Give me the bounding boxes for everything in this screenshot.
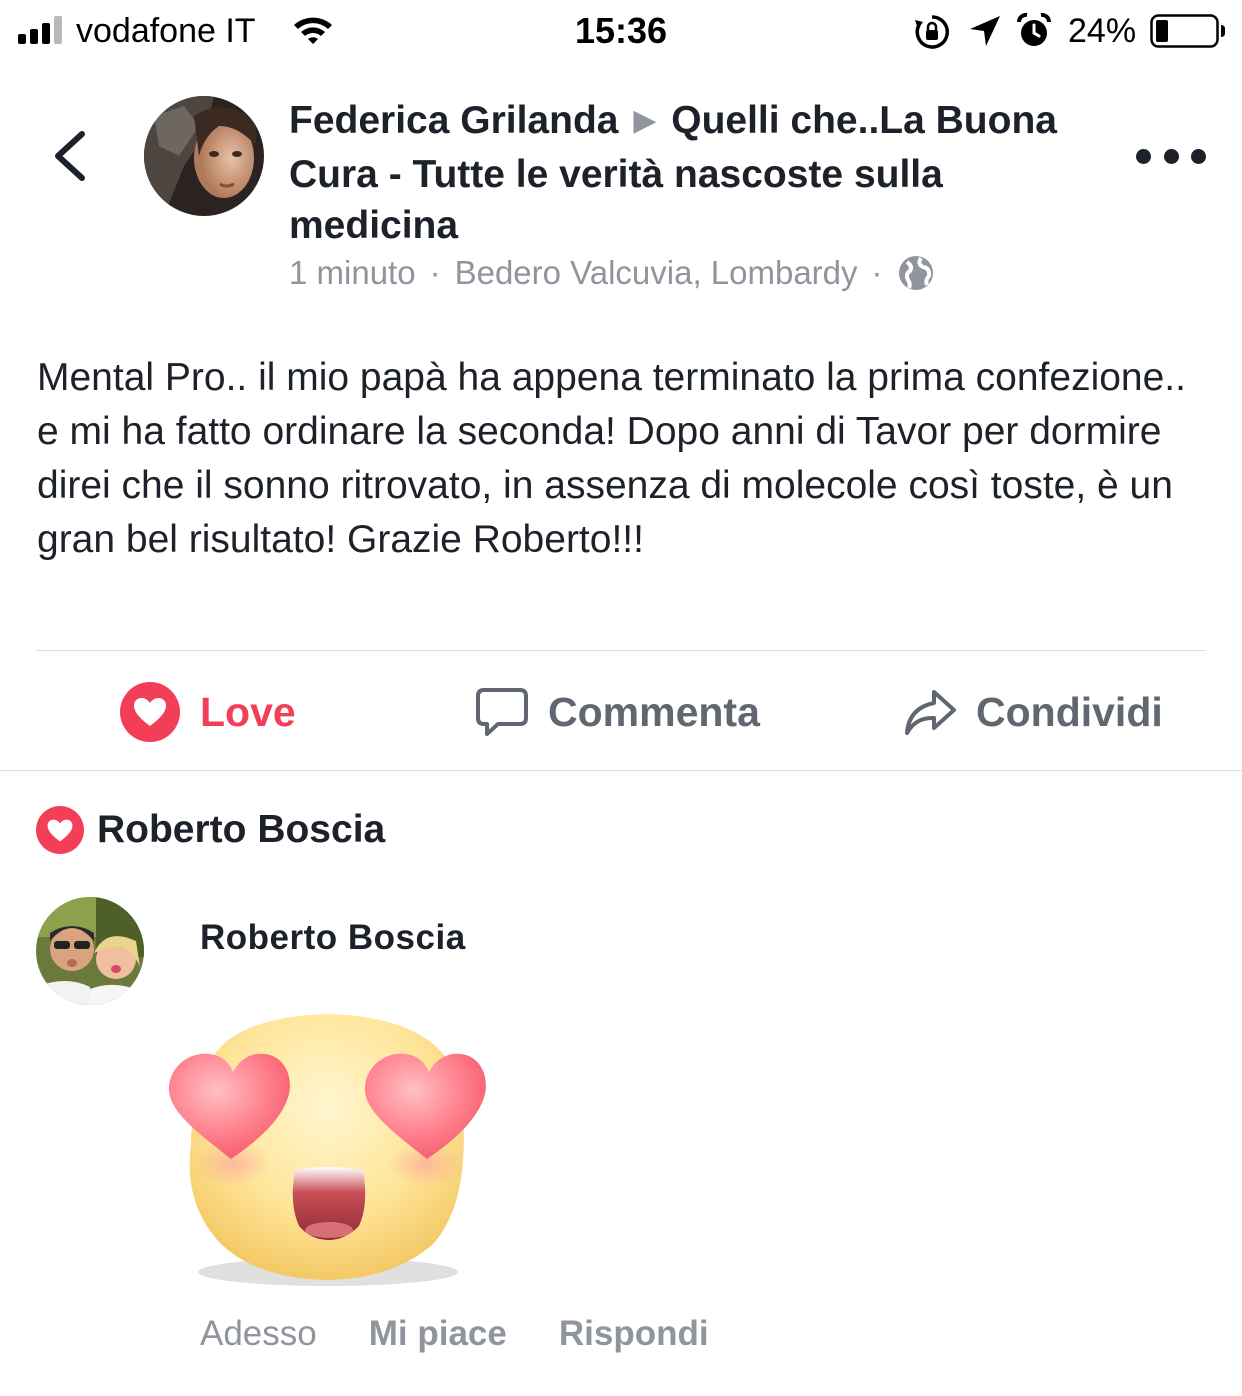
- more-options-button[interactable]: [1136, 140, 1206, 172]
- share-button[interactable]: Condividi: [902, 680, 1163, 744]
- comment-author-name[interactable]: Roberto Boscia: [200, 918, 466, 958]
- post-time[interactable]: 1 minuto: [289, 254, 416, 292]
- more-dot: [1163, 148, 1179, 164]
- post-header-title: Federica Grilanda ▶ Quelli che..La Buona…: [289, 95, 1079, 251]
- heart-eyes-sticker[interactable]: [163, 1004, 493, 1294]
- post-meta: 1 minuto · Bedero Valcuvia, Lombardy ·: [289, 254, 935, 292]
- divider: [36, 650, 1206, 651]
- post-location[interactable]: Bedero Valcuvia, Lombardy: [455, 254, 858, 292]
- love-icon: [120, 682, 180, 742]
- status-bar: vodafone IT 15:36 24%: [0, 0, 1242, 64]
- share-icon: [905, 690, 956, 735]
- author-avatar[interactable]: [144, 96, 264, 216]
- comment-icon: [476, 688, 528, 736]
- battery-percentage: 24%: [1068, 12, 1137, 50]
- love-reaction-button[interactable]: Love: [120, 680, 296, 744]
- share-label: Condividi: [976, 688, 1163, 735]
- comment-button[interactable]: Commenta: [474, 680, 760, 744]
- author-photo: [144, 96, 264, 216]
- more-dot: [1191, 148, 1206, 164]
- comment-like-button[interactable]: Mi piace: [369, 1314, 507, 1354]
- carrier-name: vodafone IT: [76, 12, 256, 50]
- post-body-text: Mental Pro.. il mio papà ha appena termi…: [37, 356, 1186, 561]
- comment-label: Commenta: [548, 688, 760, 735]
- commenter-photo: [36, 897, 144, 1005]
- more-dot: [1136, 148, 1151, 164]
- battery-icon: [1150, 14, 1225, 48]
- divider: [0, 770, 1242, 771]
- reactor-name: Roberto Boscia: [97, 808, 386, 851]
- meta-separator: ·: [429, 254, 441, 291]
- globe-icon: [898, 256, 933, 290]
- location-arrow-icon: [970, 16, 1000, 46]
- alarm-clock-icon: [1016, 13, 1052, 46]
- love-label: Love: [200, 688, 296, 735]
- comment-timestamp: Adesso: [200, 1314, 317, 1353]
- comment-actions: Adesso Mi piace Rispondi: [200, 1314, 709, 1354]
- commenter-avatar[interactable]: [36, 897, 144, 1005]
- meta-separator: ·: [871, 254, 883, 291]
- rotation-lock-icon: [915, 15, 949, 49]
- wifi-icon: [294, 17, 332, 44]
- love-reaction-icon: [36, 806, 84, 854]
- comment-reply-button[interactable]: Rispondi: [559, 1314, 709, 1354]
- author-name-link[interactable]: Federica Grilanda: [289, 99, 618, 142]
- back-button[interactable]: [44, 124, 98, 188]
- group-arrow-icon: ▶: [633, 104, 657, 137]
- reactions-summary[interactable]: Roberto Boscia: [36, 806, 385, 854]
- post-detail-screen: vodafone IT 15:36 24% Federica Grilanda …: [0, 0, 1242, 1396]
- signal-strength-icon: [18, 16, 62, 44]
